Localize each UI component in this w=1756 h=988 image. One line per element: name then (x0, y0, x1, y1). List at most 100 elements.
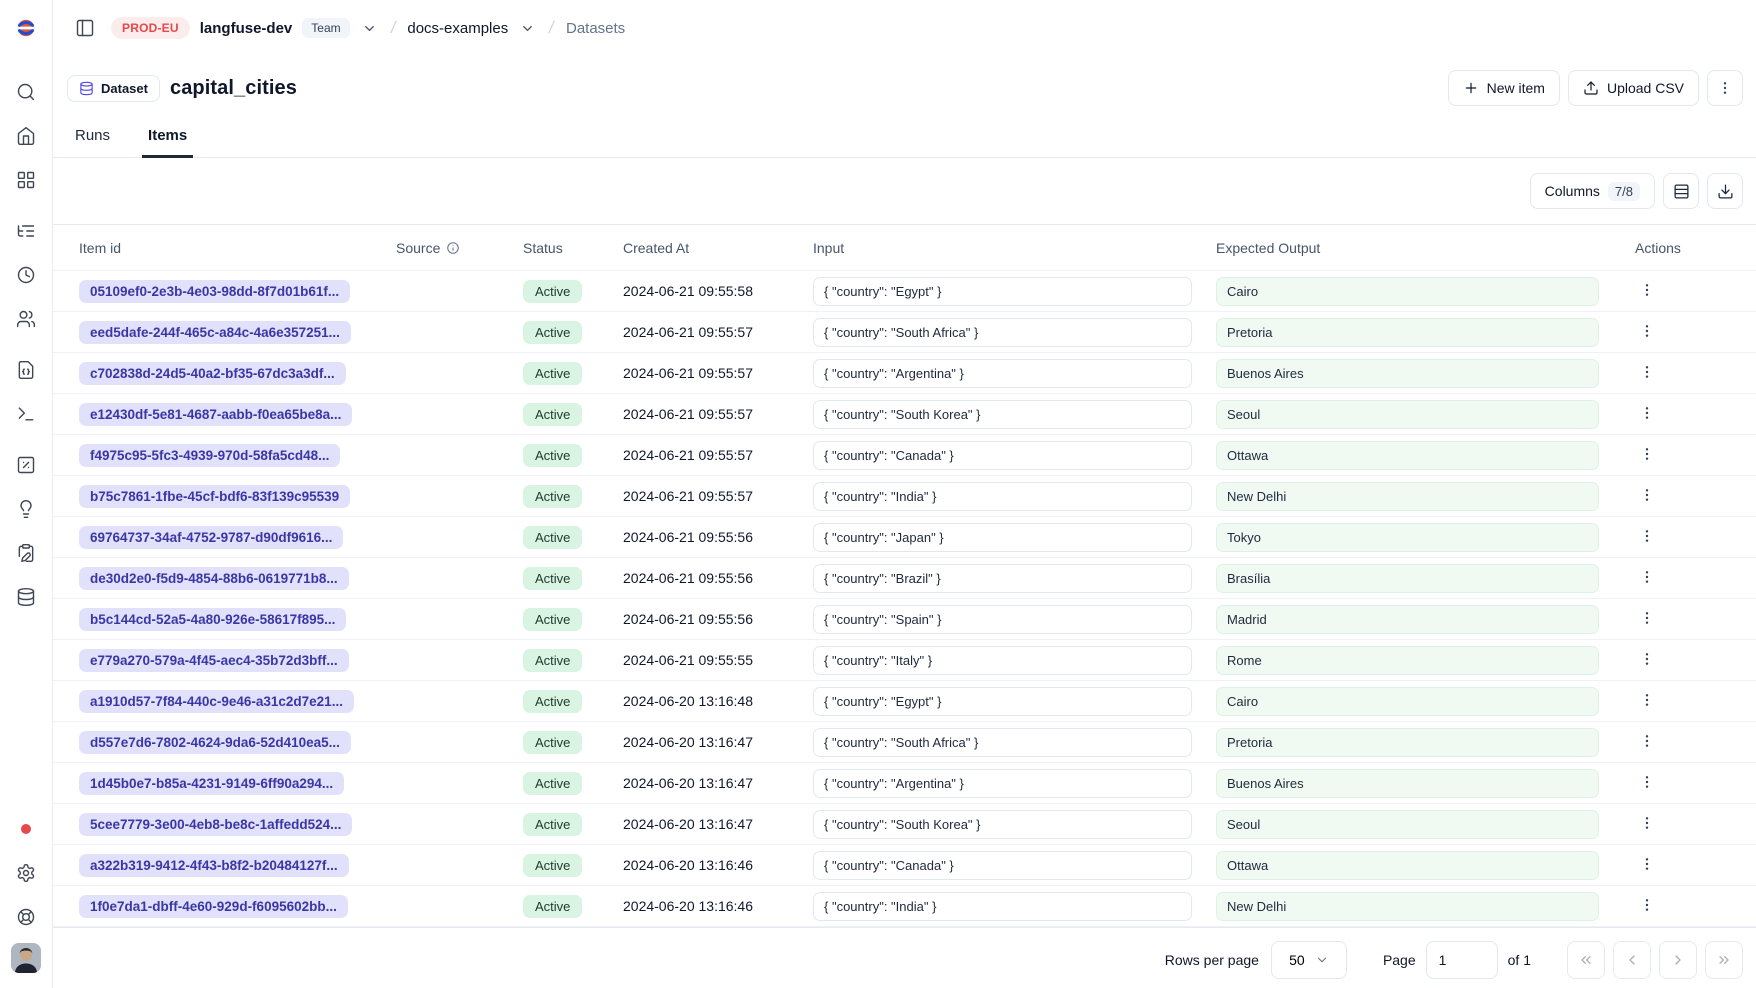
item-id-link[interactable]: b75c7861-1fbe-45cf-bdf6-83f139c95539 (79, 485, 350, 508)
last-page-button[interactable] (1705, 941, 1743, 979)
item-id-link[interactable]: de30d2e0-f5d9-4854-88b6-0619771b8... (79, 567, 349, 590)
expected-output-cell[interactable]: Ottawa (1216, 851, 1599, 880)
expected-output-cell[interactable]: Cairo (1216, 277, 1599, 306)
prompts-file-icon[interactable] (8, 352, 44, 388)
sessions-clock-icon[interactable] (8, 257, 44, 293)
input-cell[interactable]: { "country": "South Africa" } (813, 318, 1192, 347)
user-avatar[interactable] (11, 943, 41, 973)
expected-output-cell[interactable]: Pretoria (1216, 728, 1599, 757)
row-height-button[interactable] (1663, 173, 1699, 209)
input-cell[interactable]: { "country": "Canada" } (813, 851, 1192, 880)
input-cell[interactable]: { "country": "Egypt" } (813, 277, 1192, 306)
input-cell[interactable]: { "country": "Canada" } (813, 441, 1192, 470)
expected-output-cell[interactable]: Pretoria (1216, 318, 1599, 347)
dashboard-icon[interactable] (8, 162, 44, 198)
row-actions-button[interactable] (1631, 893, 1663, 920)
input-cell[interactable]: { "country": "India" } (813, 892, 1192, 921)
item-id-link[interactable]: 05109ef0-2e3b-4e03-98dd-8f7d01b61f... (79, 280, 350, 303)
expected-output-cell[interactable]: Seoul (1216, 810, 1599, 839)
row-actions-button[interactable] (1631, 442, 1663, 469)
row-actions-button[interactable] (1631, 688, 1663, 715)
column-header-source[interactable]: Source (384, 240, 511, 256)
tab-runs[interactable]: Runs (69, 118, 116, 158)
previous-page-button[interactable] (1613, 941, 1651, 979)
page-number-input[interactable] (1426, 941, 1498, 979)
home-icon[interactable] (8, 118, 44, 154)
columns-button[interactable]: Columns 7/8 (1530, 173, 1655, 209)
row-actions-button[interactable] (1631, 647, 1663, 674)
input-cell[interactable]: { "country": "South Korea" } (813, 810, 1192, 839)
datasets-database-icon[interactable] (8, 579, 44, 615)
input-cell[interactable]: { "country": "Brazil" } (813, 564, 1192, 593)
tab-items[interactable]: Items (142, 118, 193, 158)
item-id-link[interactable]: c702838d-24d5-40a2-bf35-67dc3a3df... (79, 362, 346, 385)
input-cell[interactable]: { "country": "South Korea" } (813, 400, 1192, 429)
input-cell[interactable]: { "country": "Argentina" } (813, 769, 1192, 798)
next-page-button[interactable] (1659, 941, 1697, 979)
expected-output-cell[interactable]: Buenos Aires (1216, 769, 1599, 798)
input-cell[interactable]: { "country": "Japan" } (813, 523, 1192, 552)
item-id-link[interactable]: b5c144cd-52a5-4a80-926e-58617f895... (79, 608, 346, 631)
expected-output-cell[interactable]: New Delhi (1216, 892, 1599, 921)
row-actions-button[interactable] (1631, 278, 1663, 305)
input-cell[interactable]: { "country": "Egypt" } (813, 687, 1192, 716)
row-actions-button[interactable] (1631, 319, 1663, 346)
row-actions-button[interactable] (1631, 565, 1663, 592)
upload-csv-button[interactable]: Upload CSV (1568, 70, 1699, 106)
item-id-link[interactable]: 1d45b0e7-b85a-4231-9149-6ff90a294... (79, 772, 344, 795)
row-actions-button[interactable] (1631, 852, 1663, 879)
evaluators-percent-icon[interactable] (8, 447, 44, 483)
project-name[interactable]: docs-examples (407, 20, 508, 37)
row-actions-button[interactable] (1631, 770, 1663, 797)
column-header-expected-output[interactable]: Expected Output (1204, 240, 1611, 256)
insights-lightbulb-icon[interactable] (8, 491, 44, 527)
first-page-button[interactable] (1567, 941, 1605, 979)
panel-toggle-icon[interactable] (69, 12, 101, 44)
record-indicator-icon[interactable] (8, 811, 44, 847)
item-id-link[interactable]: 1f0e7da1-dbff-4e60-929d-f6095602bb... (79, 895, 348, 918)
row-actions-button[interactable] (1631, 729, 1663, 756)
column-header-status[interactable]: Status (511, 240, 611, 256)
item-id-link[interactable]: f4975c95-5fc3-4939-970d-58fa5cd48... (79, 444, 340, 467)
users-icon[interactable] (8, 301, 44, 337)
item-id-link[interactable]: 69764737-34af-4752-9787-d90df9616... (79, 526, 343, 549)
expected-output-cell[interactable]: Buenos Aires (1216, 359, 1599, 388)
row-actions-button[interactable] (1631, 811, 1663, 838)
expected-output-cell[interactable]: Madrid (1216, 605, 1599, 634)
input-cell[interactable]: { "country": "Italy" } (813, 646, 1192, 675)
settings-gear-icon[interactable] (8, 855, 44, 891)
column-header-created-at[interactable]: Created At (611, 240, 801, 256)
expected-output-cell[interactable]: Seoul (1216, 400, 1599, 429)
support-lifebuoy-icon[interactable] (8, 899, 44, 935)
input-cell[interactable]: { "country": "South Africa" } (813, 728, 1192, 757)
item-id-link[interactable]: e779a270-579a-4f45-aec4-35b72d3bff... (79, 649, 349, 672)
rows-per-page-select[interactable]: 50 (1271, 941, 1347, 979)
expected-output-cell[interactable]: Tokyo (1216, 523, 1599, 552)
org-switcher-chevron-down-icon[interactable] (360, 19, 379, 38)
item-id-link[interactable]: 5cee7779-3e00-4eb8-be8c-1affedd524... (79, 813, 352, 836)
new-item-button[interactable]: New item (1448, 70, 1560, 106)
expected-output-cell[interactable]: New Delhi (1216, 482, 1599, 511)
expected-output-cell[interactable]: Cairo (1216, 687, 1599, 716)
row-actions-button[interactable] (1631, 401, 1663, 428)
export-download-button[interactable] (1707, 173, 1743, 209)
item-id-link[interactable]: a322b319-9412-4f43-b8f2-b20484127f... (79, 854, 349, 877)
project-switcher-chevron-down-icon[interactable] (518, 19, 537, 38)
column-header-input[interactable]: Input (801, 240, 1204, 256)
organization-name[interactable]: langfuse-dev (200, 20, 293, 37)
expected-output-cell[interactable]: Brasília (1216, 564, 1599, 593)
item-id-link[interactable]: eed5dafe-244f-465c-a84c-4a6e357251... (79, 321, 351, 344)
expected-output-cell[interactable]: Ottawa (1216, 441, 1599, 470)
breadcrumb-section[interactable]: Datasets (566, 20, 625, 37)
item-id-link[interactable]: e12430df-5e81-4687-aabb-f0ea65be8a... (79, 403, 352, 426)
playground-terminal-icon[interactable] (8, 396, 44, 432)
expected-output-cell[interactable]: Rome (1216, 646, 1599, 675)
input-cell[interactable]: { "country": "Argentina" } (813, 359, 1192, 388)
tracing-icon[interactable] (8, 213, 44, 249)
more-actions-button[interactable] (1707, 70, 1743, 106)
row-actions-button[interactable] (1631, 606, 1663, 633)
input-cell[interactable]: { "country": "Spain" } (813, 605, 1192, 634)
column-header-item-id[interactable]: Item id (67, 240, 384, 256)
row-actions-button[interactable] (1631, 524, 1663, 551)
search-icon[interactable] (8, 74, 44, 110)
